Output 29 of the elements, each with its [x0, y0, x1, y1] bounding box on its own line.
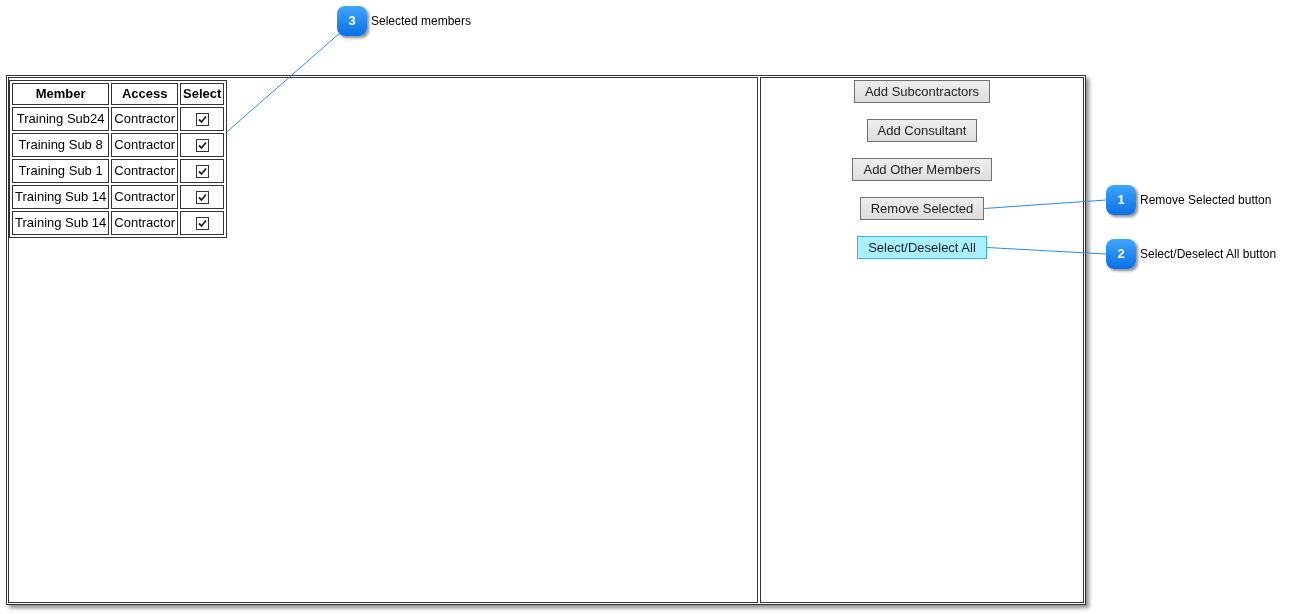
callout-text: Remove Selected button	[1140, 193, 1272, 207]
table-cell: Contractor	[111, 158, 178, 183]
table-cell: Training Sub 8	[12, 132, 110, 157]
column-header: Access	[111, 83, 178, 105]
table-cell: Training Sub24	[12, 106, 110, 131]
checkbox[interactable]	[195, 216, 209, 230]
table-cell: Contractor	[111, 106, 178, 131]
action-button[interactable]: Remove Selected	[859, 197, 985, 220]
action-button[interactable]: Select/Deselect All	[857, 236, 987, 259]
table-cell: Contractor	[111, 184, 178, 209]
action-button[interactable]: Add Other Members	[852, 158, 992, 181]
checkbox[interactable]	[195, 190, 209, 204]
table-cell: Contractor	[111, 210, 178, 235]
table-cell: Training Sub 1	[12, 158, 110, 183]
callout-text: Selected members	[371, 14, 472, 28]
callout-badge: 3	[337, 6, 367, 36]
table-cell: Contractor	[111, 132, 178, 157]
column-header: Member	[12, 83, 110, 105]
action-button[interactable]: Add Consultant	[866, 119, 978, 142]
table-cell: Training Sub 14	[12, 210, 110, 235]
callout-badge: 2	[1106, 239, 1136, 269]
callout-text: Select/Deselect All button	[1140, 247, 1277, 261]
column-header: Select	[180, 83, 225, 105]
table-cell: Training Sub 14	[12, 184, 110, 209]
checkbox[interactable]	[195, 164, 209, 178]
checkbox[interactable]	[195, 138, 209, 152]
action-button[interactable]: Add Subcontractors	[853, 80, 991, 103]
checkbox[interactable]	[195, 112, 209, 126]
callout-badge: 1	[1106, 185, 1136, 215]
